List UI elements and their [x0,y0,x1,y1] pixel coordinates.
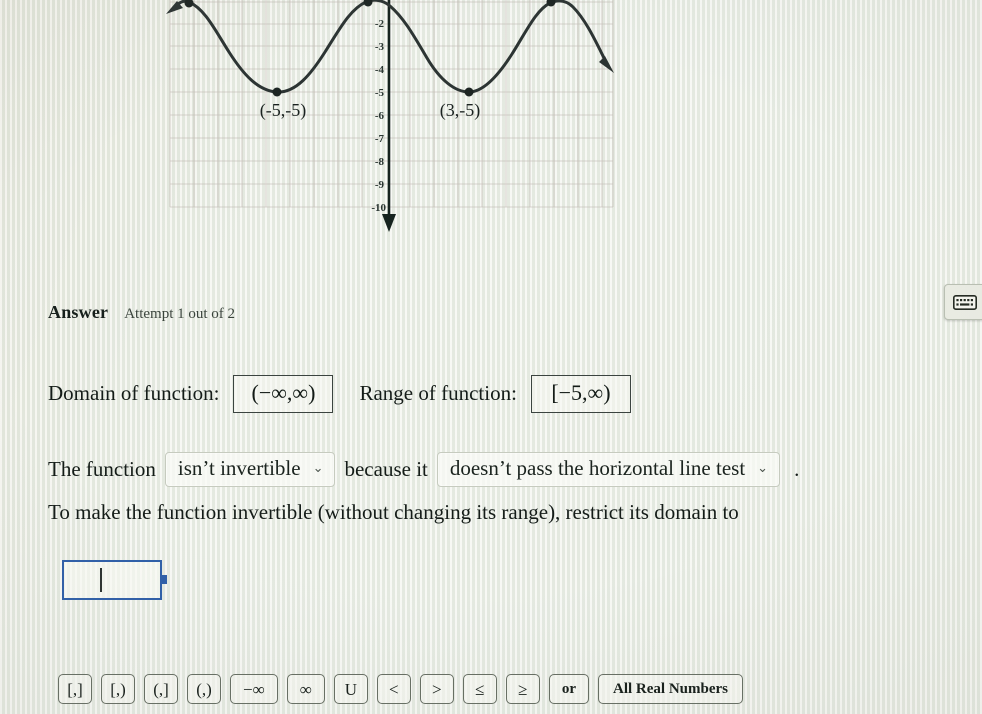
page-background: -2 -3 -4 -5 -6 -7 -8 -9 -10 (-5,-5) (3,-… [0,0,982,714]
keyboard-glyph [953,294,977,310]
chevron-down-icon: ⌄ [757,460,769,475]
symbol-union[interactable]: U [333,674,368,704]
y-tick-label: -8 [375,156,385,168]
sentence-prefix: The function [48,457,156,481]
point-label-left: (-5,-5) [260,100,306,121]
symbol-interval-closed-closed[interactable]: [,] [58,674,92,704]
y-tick-label: -6 [375,110,385,122]
range-value-box[interactable]: [−5,∞) [530,375,631,413]
reason-dropdown-value: doesn’t pass the horizontal line test [449,456,746,480]
invertibility-sentence: The function isn’t invertible ⌄ because … [48,452,799,487]
domain-range-row: Domain of function: (−∞,∞) Range of func… [48,375,631,413]
sentence-middle: because it [344,457,428,481]
sentence-period: . [794,457,800,481]
restrict-instruction: To make the function invertible (without… [48,500,739,524]
function-graph: -2 -3 -4 -5 -6 -7 -8 -9 -10 (-5,-5) (3,-… [0,0,640,240]
graph-points [184,0,556,97]
y-tick-label: -4 [375,64,385,76]
symbol-interval-open-closed[interactable]: (,] [144,674,178,704]
symbol-toolbar: [,] [,) (,] (,) −∞ ∞ U < > ≤ ≥ or All Re… [58,674,744,704]
symbol-less-than-or-equal[interactable]: ≤ [462,674,497,704]
domain-label: Domain of function: [48,381,220,406]
y-tick-label: -9 [375,179,385,191]
invertible-dropdown[interactable]: isn’t invertible ⌄ [164,452,336,487]
max-point [363,0,373,7]
graph-grid [169,0,614,208]
symbol-greater-than[interactable]: > [419,674,454,704]
symbol-or[interactable]: or [548,674,590,704]
text-caret [100,568,102,592]
chevron-down-icon: ⌄ [312,460,324,475]
y-tick-label: -3 [375,41,385,53]
symbol-interval-closed-open[interactable]: [,) [101,674,135,704]
point-label-right: (3,-5) [440,100,480,121]
symbol-negative-infinity[interactable]: −∞ [230,674,278,704]
symbol-less-than[interactable]: < [376,674,411,704]
symbol-all-real-numbers[interactable]: All Real Numbers [598,674,744,704]
y-tick-label: -5 [375,87,385,99]
restrict-domain-input[interactable] [62,560,162,600]
y-tick-label: -10 [371,202,386,214]
y-tick-label: -7 [375,133,385,145]
min-point-right [464,87,474,97]
keyboard-icon[interactable] [944,284,982,320]
graph-svg: -2 -3 -4 -5 -6 -7 -8 -9 -10 (-5,-5) (3,-… [166,0,614,232]
domain-value-box[interactable]: (−∞,∞) [233,375,334,413]
symbol-interval-open-open[interactable]: (,) [187,674,221,704]
answer-header: Answer Attempt 1 out of 2 [48,302,235,323]
symbol-infinity[interactable]: ∞ [286,674,325,704]
y-axis [382,0,396,232]
answer-heading: Answer [48,302,109,322]
symbol-greater-than-or-equal[interactable]: ≥ [505,674,540,704]
invertible-dropdown-value: isn’t invertible [177,456,301,480]
range-label: Range of function: [359,381,517,406]
min-point-left [272,87,282,97]
graph-point-labels: (-5,-5) (3,-5) [260,100,480,121]
y-axis-tick-labels: -2 -3 -4 -5 -6 -7 -8 -9 -10 [371,18,386,214]
input-resize-handle[interactable] [160,575,167,584]
y-tick-label: -2 [375,18,385,30]
reason-dropdown[interactable]: doesn’t pass the horizontal line test ⌄ [436,452,781,487]
max-point [184,0,194,8]
attempt-counter: Attempt 1 out of 2 [124,306,236,322]
